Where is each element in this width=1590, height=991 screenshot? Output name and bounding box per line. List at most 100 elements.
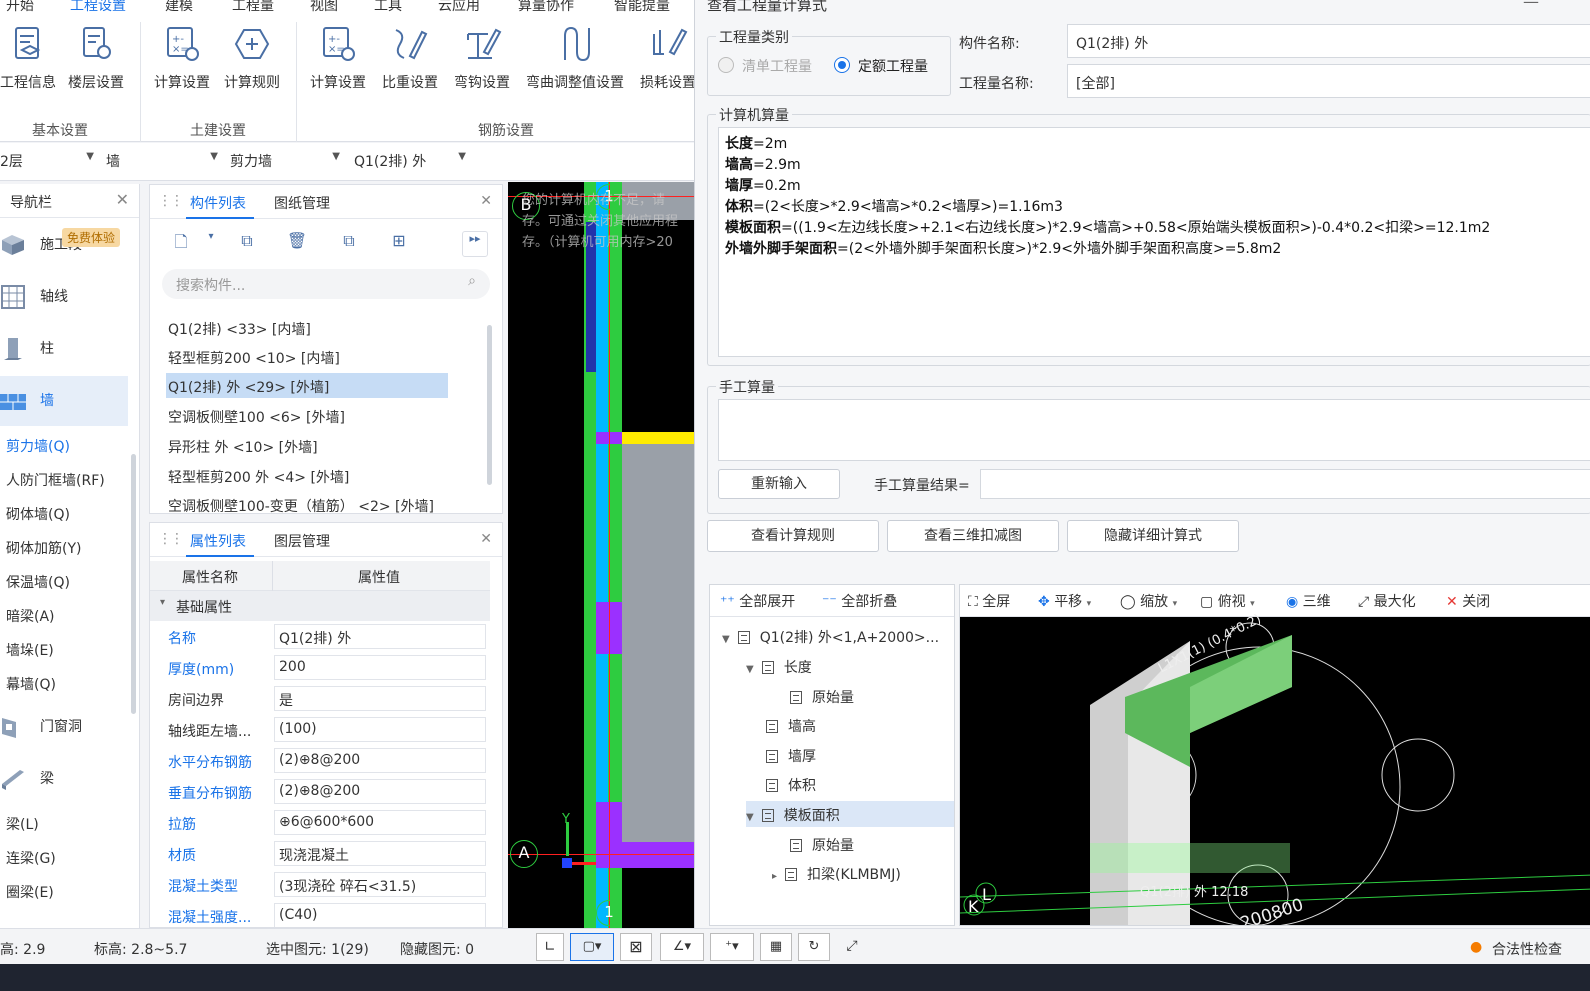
prop-value-field[interactable]: (3现浇砼 碎石<31.5) bbox=[274, 872, 486, 897]
tree-node-deduct-beam[interactable]: ▸ 扣梁(KLMBMJ) bbox=[772, 864, 901, 884]
prop-value-field[interactable]: 200 bbox=[274, 655, 486, 680]
tab-layer-management[interactable]: 图层管理 bbox=[274, 531, 330, 551]
floor-select[interactable]: 2层 ▼ bbox=[0, 151, 98, 173]
reinput-button[interactable]: 重新输入 bbox=[718, 469, 840, 499]
calc-formula-text[interactable]: 长度=2m 墙高=2.9m 墙厚=0.2m 体积=(2<长度>*2.9<墙高>*… bbox=[718, 127, 1590, 357]
free-trial-badge[interactable]: 免费体验 bbox=[62, 228, 121, 247]
calc-rules-button[interactable]: 计算规则 bbox=[218, 24, 286, 92]
pan-button[interactable]: ✥ 平移 ▾ bbox=[1038, 591, 1091, 611]
prop-value-field[interactable]: (2)⊕8@200 bbox=[274, 748, 486, 773]
nav-sub-insulation-wall[interactable]: 保温墙(Q) bbox=[6, 572, 70, 592]
delete-icon[interactable]: 🗑 bbox=[284, 231, 310, 257]
nav-sub-beam[interactable]: 梁(L) bbox=[6, 814, 39, 834]
tree-node-formwork-area[interactable]: ▼ 模板面积 bbox=[746, 801, 954, 827]
nav-item-construction-section[interactable]: 施工段 免费体验 bbox=[0, 220, 128, 270]
nav-sub-masonry-wall[interactable]: 砌体墙(Q) bbox=[6, 504, 70, 524]
loss-settings-button[interactable]: 损耗设置 bbox=[634, 24, 702, 92]
nav-sub-civil-defense-wall[interactable]: 人防门框墙(RF) bbox=[6, 470, 105, 490]
prop-value-field[interactable]: (2)⊕8@200 bbox=[274, 779, 486, 804]
layer-display-icon[interactable]: ▦ bbox=[760, 933, 792, 961]
weight-settings-button[interactable]: 比重设置 bbox=[376, 24, 444, 92]
expand-all-button[interactable]: ⁺⁺ 全部展开 bbox=[720, 591, 795, 611]
tree-node-root[interactable]: ▼ Q1(2排) 外<1,A+2000>... bbox=[722, 627, 939, 647]
menu-project-settings[interactable]: 工程设置 bbox=[70, 0, 126, 14]
drag-handle-icon[interactable]: ⋮⋮ bbox=[158, 193, 184, 209]
quantity-name-field[interactable]: [全部] bbox=[1067, 64, 1590, 98]
chevron-down-icon[interactable]: ▾ bbox=[198, 231, 224, 257]
rebar-calc-settings-button[interactable]: +- ×= 计算设置 bbox=[304, 24, 372, 92]
copy-to-floor-icon[interactable]: ⧉ bbox=[336, 231, 362, 257]
ortho-icon[interactable]: ∟ bbox=[536, 933, 564, 961]
close-icon[interactable]: ✕ bbox=[480, 193, 492, 209]
nav-sub-ring-beam[interactable]: 圈梁(E) bbox=[6, 882, 54, 902]
view-calc-rules-button[interactable]: 查看计算规则 bbox=[707, 520, 879, 552]
menu-smart[interactable]: 智能提量 bbox=[614, 0, 670, 14]
prop-value-field[interactable]: (100) bbox=[274, 717, 486, 742]
nav-item-column[interactable]: 柱 bbox=[0, 324, 128, 374]
more-icon[interactable]: ▸▸ bbox=[462, 231, 488, 257]
component-item[interactable]: 空调板侧壁100 <6> [外墙] bbox=[168, 407, 345, 427]
tree-node-length[interactable]: ▼ 长度 bbox=[746, 657, 812, 677]
nav-sub-curtain-wall[interactable]: 幕墙(Q) bbox=[6, 674, 56, 694]
select-mode-icon[interactable]: ▢▾ bbox=[570, 933, 614, 961]
view-3d-deduction-button[interactable]: 查看三维扣减图 bbox=[887, 520, 1059, 552]
prop-value-field[interactable]: (C40) bbox=[274, 903, 486, 927]
manual-calc-textarea[interactable] bbox=[718, 399, 1590, 461]
collapse-all-button[interactable]: ⁻⁻ 全部折叠 bbox=[822, 591, 897, 611]
snap-icon[interactable]: ⁺▾ bbox=[710, 933, 754, 961]
type-select[interactable]: 剪力墙 ▼ bbox=[230, 151, 344, 173]
menu-quantity[interactable]: 工程量 bbox=[232, 0, 274, 14]
tab-property-list[interactable]: 属性列表 bbox=[190, 531, 246, 551]
category-select[interactable]: 墙 ▼ bbox=[106, 151, 222, 173]
close-icon[interactable]: ✕ bbox=[480, 531, 492, 547]
radio-quota-qty[interactable] bbox=[834, 57, 850, 73]
component-item-selected[interactable]: Q1(2排) 外 <29> [外墙] bbox=[168, 377, 329, 397]
nav-sub-coupling-beam[interactable]: 连梁(G) bbox=[6, 848, 56, 868]
manual-result-field[interactable] bbox=[980, 469, 1590, 499]
nav-item-axis[interactable]: 轴线 bbox=[0, 272, 128, 322]
menu-cloud[interactable]: 云应用 bbox=[438, 0, 480, 14]
hide-detailed-formula-button[interactable]: 隐藏详细计算式 bbox=[1067, 520, 1239, 552]
zoom-button[interactable]: ◯ 缩放 ▾ bbox=[1120, 591, 1177, 611]
drawing-canvas[interactable]: B A 1 1 您的计算机内存不足，请 存。可通过关闭其他应用程 存。（计算机可… bbox=[508, 182, 698, 928]
menu-modeling[interactable]: 建模 bbox=[165, 0, 193, 14]
nav-sub-masonry-rebar[interactable]: 砌体加筋(Y) bbox=[6, 538, 81, 558]
tree-node-volume[interactable]: 体积 bbox=[766, 775, 816, 795]
close-view-button[interactable]: ✕ 关闭 bbox=[1446, 591, 1490, 611]
tree-node-original[interactable]: 原始量 bbox=[790, 835, 854, 855]
component-list-scrollbar[interactable] bbox=[487, 325, 492, 485]
prop-value-field[interactable]: Q1(2排) 外 bbox=[274, 624, 486, 649]
menu-tools[interactable]: 工具 bbox=[374, 0, 402, 14]
component-item[interactable]: 轻型框剪200 <10> [内墙] bbox=[168, 348, 340, 368]
tree-node-original[interactable]: 原始量 bbox=[790, 687, 854, 707]
hook-settings-button[interactable]: 弯钩设置 bbox=[448, 24, 516, 92]
expand-icon[interactable]: ⤢ bbox=[840, 933, 864, 961]
bend-adjust-button[interactable]: 弯曲调整值设置 bbox=[522, 24, 628, 92]
menu-start[interactable]: 开始 bbox=[6, 0, 34, 14]
view-3d-scene[interactable] bbox=[960, 617, 1590, 926]
tree-node-wall-height[interactable]: 墙高 bbox=[766, 716, 816, 736]
nav-item-wall[interactable]: 墙 bbox=[0, 376, 128, 426]
top-view-button[interactable]: ▢ 俯视 ▾ bbox=[1200, 591, 1255, 611]
prop-value-field[interactable]: 现浇混凝土 bbox=[274, 841, 486, 866]
prop-value-field[interactable]: 是 bbox=[274, 686, 486, 711]
menu-view[interactable]: 视图 bbox=[310, 0, 338, 14]
nav-sub-hidden-beam[interactable]: 暗梁(A) bbox=[6, 606, 55, 626]
props-group-row[interactable]: ▾ 基础属性 bbox=[150, 591, 490, 621]
3d-view-button[interactable]: ◉ 三维 bbox=[1286, 591, 1331, 611]
minimize-icon[interactable]: — bbox=[1523, 0, 1539, 11]
import-icon[interactable]: ⊞ bbox=[386, 231, 412, 257]
nav-item-door-window[interactable]: 门窗洞 bbox=[0, 702, 128, 752]
drag-handle-icon[interactable]: ⋮⋮ bbox=[158, 531, 184, 547]
new-component-icon[interactable]: 🗋 bbox=[168, 231, 194, 257]
component-item[interactable]: 轻型框剪200 外 <4> [外墙] bbox=[168, 467, 349, 487]
component-item[interactable]: Q1(2排) <33> [内墙] bbox=[168, 319, 311, 339]
maximize-button[interactable]: ⤢ 最大化 bbox=[1358, 591, 1416, 611]
fullscreen-button[interactable]: ⛶ 全屏 bbox=[968, 591, 1010, 611]
component-item[interactable]: 异形柱 外 <10> [外墙] bbox=[168, 437, 318, 457]
nav-sub-shear-wall[interactable]: 剪力墙(Q) bbox=[6, 436, 70, 456]
nav-scrollbar[interactable] bbox=[131, 454, 136, 714]
tab-component-list[interactable]: 构件列表 bbox=[190, 193, 246, 213]
angle-icon[interactable]: ∠▾ bbox=[660, 933, 704, 961]
close-icon[interactable]: ✕ bbox=[116, 190, 129, 209]
